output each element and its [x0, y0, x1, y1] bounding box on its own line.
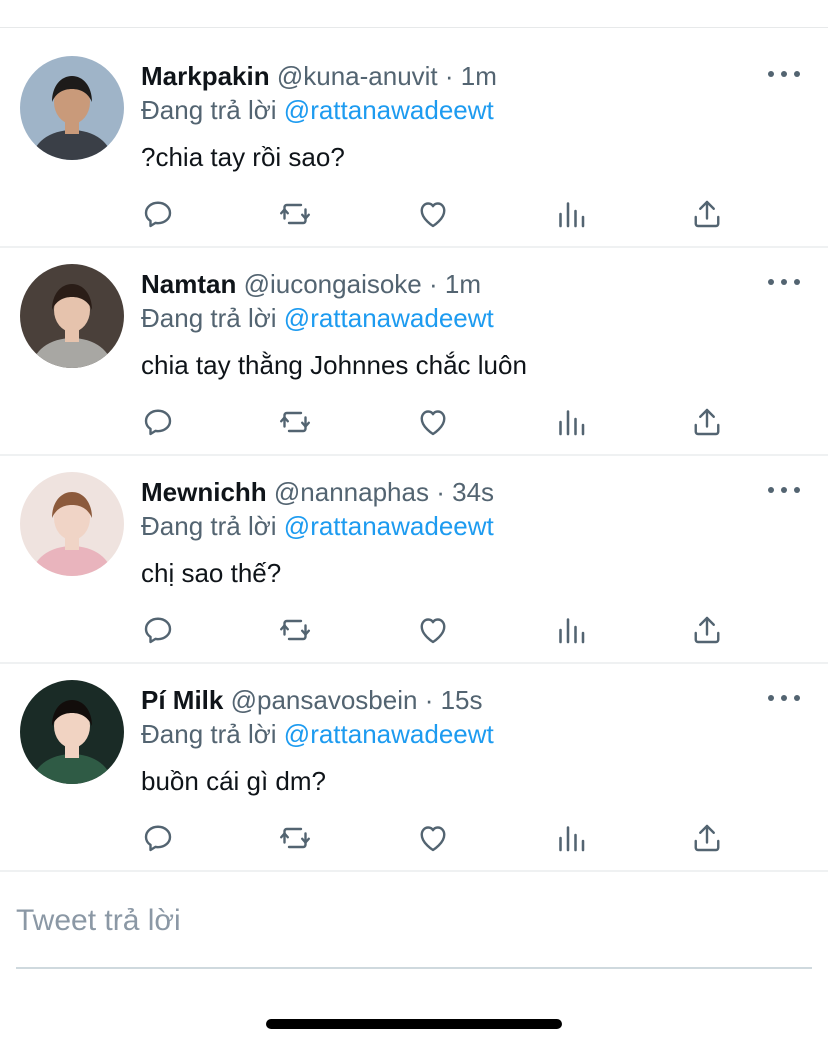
- reply-icon[interactable]: [140, 196, 176, 232]
- mention-link[interactable]: @rattanawadeewt: [284, 719, 494, 749]
- timestamp[interactable]: 1m: [445, 269, 481, 299]
- more-icon[interactable]: [768, 692, 800, 704]
- timestamp[interactable]: 15s: [441, 685, 483, 715]
- share-icon[interactable]: [689, 612, 725, 648]
- replying-to-label: Đang trả lời: [141, 303, 277, 333]
- like-icon[interactable]: [415, 820, 451, 856]
- stats-icon[interactable]: [553, 820, 589, 856]
- user-handle[interactable]: @nannaphas: [274, 477, 429, 507]
- mention-link[interactable]: @rattanawadeewt: [284, 95, 494, 125]
- user-handle[interactable]: @pansavosbein: [231, 685, 418, 715]
- action-bar: [0, 404, 828, 440]
- replying-to: Đang trả lời @rattanawadeewt: [141, 510, 494, 542]
- avatar[interactable]: [20, 56, 124, 160]
- user-handle[interactable]: @iucongaisoke: [244, 269, 422, 299]
- reply-tweet[interactable]: Markpakin @kuna-anuvit · 1m Đang trả lời …: [0, 40, 828, 248]
- reply-tweet[interactable]: Namtan @iucongaisoke · 1m Đang trả lời @r…: [0, 248, 828, 456]
- tweet-header: Markpakin @kuna-anuvit · 1m: [141, 60, 497, 92]
- display-name[interactable]: Pí Milk: [141, 685, 223, 715]
- action-bar: [0, 820, 828, 856]
- reply-input[interactable]: [16, 895, 812, 947]
- tweet-text: ?chia tay rồi sao?: [141, 142, 345, 172]
- display-name[interactable]: Namtan: [141, 269, 236, 299]
- like-icon[interactable]: [415, 196, 451, 232]
- separator-dot: ·: [429, 269, 438, 299]
- replying-to: Đang trả lời @rattanawadeewt: [141, 718, 494, 750]
- reply-tweet[interactable]: Pí Milk @pansavosbein · 15s Đang trả lời …: [0, 664, 828, 872]
- avatar[interactable]: [20, 472, 124, 576]
- tweet-text: buồn cái gì dm?: [141, 766, 327, 796]
- reply-tweet[interactable]: Mewnichh @nannaphas · 34s Đang trả lời @r…: [0, 456, 828, 664]
- avatar[interactable]: [20, 680, 124, 784]
- tweet-text: chia tay thằng Johnnes chắc luôn: [141, 350, 527, 380]
- retweet-icon[interactable]: [277, 196, 313, 232]
- top-divider: [0, 27, 828, 28]
- timestamp[interactable]: 1m: [461, 61, 497, 91]
- separator-dot: ·: [424, 685, 434, 715]
- stats-icon[interactable]: [553, 612, 589, 648]
- share-icon[interactable]: [689, 820, 725, 856]
- timestamp[interactable]: 34s: [452, 477, 494, 507]
- retweet-icon[interactable]: [277, 820, 313, 856]
- share-icon[interactable]: [689, 196, 725, 232]
- more-icon[interactable]: [768, 68, 800, 80]
- like-icon[interactable]: [415, 612, 451, 648]
- more-icon[interactable]: [768, 484, 800, 496]
- tweet-header: Pí Milk @pansavosbein · 15s: [141, 684, 483, 716]
- replying-to: Đang trả lời @rattanawadeewt: [141, 302, 494, 334]
- replying-to-label: Đang trả lời: [141, 719, 277, 749]
- avatar[interactable]: [20, 264, 124, 368]
- display-name[interactable]: Markpakin: [141, 61, 270, 91]
- stats-icon[interactable]: [553, 404, 589, 440]
- display-name[interactable]: Mewnichh: [141, 477, 267, 507]
- like-icon[interactable]: [415, 404, 451, 440]
- mention-link[interactable]: @rattanawadeewt: [284, 303, 494, 333]
- separator-dot: ·: [444, 61, 454, 91]
- retweet-icon[interactable]: [277, 612, 313, 648]
- reply-icon[interactable]: [140, 820, 176, 856]
- reply-icon[interactable]: [140, 404, 176, 440]
- tweet-header: Namtan @iucongaisoke · 1m: [141, 268, 481, 300]
- reply-icon[interactable]: [140, 612, 176, 648]
- retweet-icon[interactable]: [277, 404, 313, 440]
- replying-to-label: Đang trả lời: [141, 95, 277, 125]
- action-bar: [0, 612, 828, 648]
- separator-dot: ·: [436, 477, 445, 507]
- action-bar: [0, 196, 828, 232]
- reply-composer[interactable]: [16, 895, 812, 969]
- more-icon[interactable]: [768, 276, 800, 288]
- replying-to-label: Đang trả lời: [141, 511, 277, 541]
- tweet-header: Mewnichh @nannaphas · 34s: [141, 476, 494, 508]
- mention-link[interactable]: @rattanawadeewt: [284, 511, 494, 541]
- replying-to: Đang trả lời @rattanawadeewt: [141, 94, 494, 126]
- home-indicator[interactable]: [266, 1019, 562, 1029]
- stats-icon[interactable]: [553, 196, 589, 232]
- share-icon[interactable]: [689, 404, 725, 440]
- tweet-text: chị sao thế?: [141, 558, 282, 588]
- user-handle[interactable]: @kuna-anuvit: [277, 61, 438, 91]
